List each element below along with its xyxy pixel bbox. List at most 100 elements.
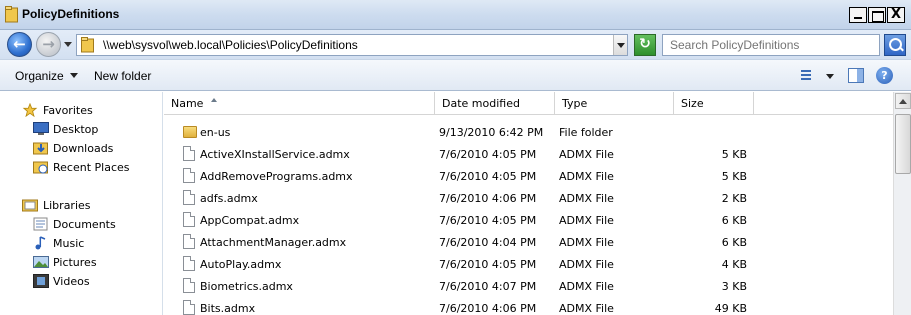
pictures-icon xyxy=(33,256,49,268)
nav-desktop[interactable]: Desktop xyxy=(0,120,163,139)
file-icon xyxy=(183,234,195,249)
nav-music[interactable]: Music xyxy=(0,234,163,253)
column-header-name[interactable]: Name xyxy=(164,92,435,115)
file-size: 49 KB xyxy=(714,302,747,315)
file-date: 9/13/2010 6:42 PM xyxy=(439,126,544,139)
folder-icon xyxy=(5,6,18,23)
column-header-row: Name Date modified Type Size xyxy=(164,92,893,115)
column-type-label: Type xyxy=(562,97,588,110)
file-icon xyxy=(183,256,195,271)
nav-libraries-label: Libraries xyxy=(43,199,91,212)
file-row[interactable]: ActiveXInstallService.admx 7/6/2010 4:05… xyxy=(164,142,893,164)
file-list: en-us 9/13/2010 6:42 PM File folder Acti… xyxy=(164,116,893,315)
file-type: ADMX File xyxy=(559,148,614,161)
file-icon xyxy=(183,212,195,227)
column-header-date-modified[interactable]: Date modified xyxy=(435,92,555,115)
column-size-label: Size xyxy=(681,97,704,110)
back-button[interactable]: ← xyxy=(7,32,32,57)
column-header-type[interactable]: Type xyxy=(555,92,674,115)
nav-music-label: Music xyxy=(53,237,85,250)
file-icon xyxy=(183,278,195,293)
file-date: 7/6/2010 4:05 PM xyxy=(439,148,537,161)
file-row[interactable]: adfs.admx 7/6/2010 4:06 PM ADMX File 2 K… xyxy=(164,186,893,208)
folder-icon xyxy=(183,126,197,138)
file-type: ADMX File xyxy=(559,236,614,249)
file-row[interactable]: Biometrics.admx 7/6/2010 4:07 PM ADMX Fi… xyxy=(164,274,893,296)
organize-button[interactable]: Organize xyxy=(15,69,78,83)
file-date: 7/6/2010 4:06 PM xyxy=(439,302,537,315)
file-date: 7/6/2010 4:06 PM xyxy=(439,192,537,205)
help-button[interactable]: ? xyxy=(876,67,893,84)
view-options-dropdown[interactable] xyxy=(826,74,834,79)
nav-favorites-label: Favorites xyxy=(43,104,93,117)
nav-downloads-label: Downloads xyxy=(53,142,114,155)
forward-arrow-icon: → xyxy=(42,35,55,53)
title-bar[interactable]: PolicyDefinitions X xyxy=(0,0,911,30)
window-title: PolicyDefinitions xyxy=(22,7,120,21)
address-bar[interactable]: \\web\sysvol\web.local\Policies\PolicyDe… xyxy=(76,34,628,56)
column-name-label: Name xyxy=(171,97,204,110)
file-date: 7/6/2010 4:07 PM xyxy=(439,280,537,293)
file-name: AutoPlay.admx xyxy=(200,258,282,271)
file-row[interactable]: en-us 9/13/2010 6:42 PM File folder xyxy=(164,120,893,142)
sort-ascending-icon xyxy=(211,98,217,102)
recent-places-icon xyxy=(33,161,48,174)
file-row[interactable]: AttachmentManager.admx 7/6/2010 4:04 PM … xyxy=(164,230,893,252)
nav-favorites[interactable]: Favorites xyxy=(0,101,163,120)
file-icon xyxy=(183,168,195,183)
file-name: Biometrics.admx xyxy=(200,280,293,293)
file-row[interactable]: AddRemovePrograms.admx 7/6/2010 4:05 PM … xyxy=(164,164,893,186)
new-folder-button[interactable]: New folder xyxy=(94,69,151,83)
star-icon xyxy=(22,103,38,117)
file-type: ADMX File xyxy=(559,258,614,271)
nav-documents-label: Documents xyxy=(53,218,116,231)
file-size: 6 KB xyxy=(721,214,747,227)
file-row[interactable]: Bits.admx 7/6/2010 4:06 PM ADMX File 49 … xyxy=(164,296,893,315)
minimize-button[interactable] xyxy=(849,7,867,23)
file-size: 5 KB xyxy=(721,170,747,183)
back-arrow-icon: ← xyxy=(13,35,26,53)
file-row[interactable]: AppCompat.admx 7/6/2010 4:05 PM ADMX Fil… xyxy=(164,208,893,230)
file-date: 7/6/2010 4:04 PM xyxy=(439,236,537,249)
nav-recent-places[interactable]: Recent Places xyxy=(0,158,163,177)
file-type: ADMX File xyxy=(559,170,614,183)
nav-documents[interactable]: Documents xyxy=(0,215,163,234)
navigation-pane: Favorites Desktop Downloads Recent Place… xyxy=(0,92,163,315)
address-row: ← → \\web\sysvol\web.local\Policies\Poli… xyxy=(0,30,911,59)
column-date-label: Date modified xyxy=(442,97,520,110)
file-type: ADMX File xyxy=(559,302,614,315)
nav-videos[interactable]: Videos xyxy=(0,272,163,291)
address-dropdown-button[interactable] xyxy=(613,35,627,55)
nav-pictures[interactable]: Pictures xyxy=(0,253,163,272)
address-path[interactable]: \\web\sysvol\web.local\Policies\PolicyDe… xyxy=(103,38,358,52)
nav-pictures-label: Pictures xyxy=(53,256,97,269)
file-date: 7/6/2010 4:05 PM xyxy=(439,258,537,271)
command-bar: Organize New folder ? xyxy=(0,59,911,91)
recent-pages-dropdown[interactable] xyxy=(64,42,72,47)
search-box[interactable] xyxy=(662,34,880,56)
vertical-scrollbar[interactable] xyxy=(893,92,911,315)
search-input[interactable] xyxy=(663,35,879,55)
file-size: 2 KB xyxy=(721,192,747,205)
videos-icon xyxy=(33,274,49,288)
refresh-button[interactable]: ↻ xyxy=(634,34,656,56)
nav-downloads[interactable]: Downloads xyxy=(0,139,163,158)
forward-button[interactable]: → xyxy=(36,32,61,57)
downloads-icon xyxy=(33,142,48,155)
scroll-thumb[interactable] xyxy=(895,114,911,174)
nav-libraries[interactable]: Libraries xyxy=(0,196,163,215)
change-view-button[interactable] xyxy=(797,70,811,82)
file-row[interactable]: AutoPlay.admx 7/6/2010 4:05 PM ADMX File… xyxy=(164,252,893,274)
nav-recent-places-label: Recent Places xyxy=(53,161,130,174)
search-button[interactable] xyxy=(884,34,906,56)
maximize-button[interactable] xyxy=(868,7,886,23)
scroll-up-button[interactable] xyxy=(895,93,911,109)
close-button[interactable]: X xyxy=(887,7,905,23)
file-name: en-us xyxy=(200,126,231,139)
file-name: AttachmentManager.admx xyxy=(200,236,347,249)
preview-pane-button[interactable] xyxy=(848,68,864,83)
file-type: ADMX File xyxy=(559,192,614,205)
column-header-size[interactable]: Size xyxy=(674,92,754,115)
file-icon xyxy=(183,146,195,161)
file-size: 6 KB xyxy=(721,236,747,249)
